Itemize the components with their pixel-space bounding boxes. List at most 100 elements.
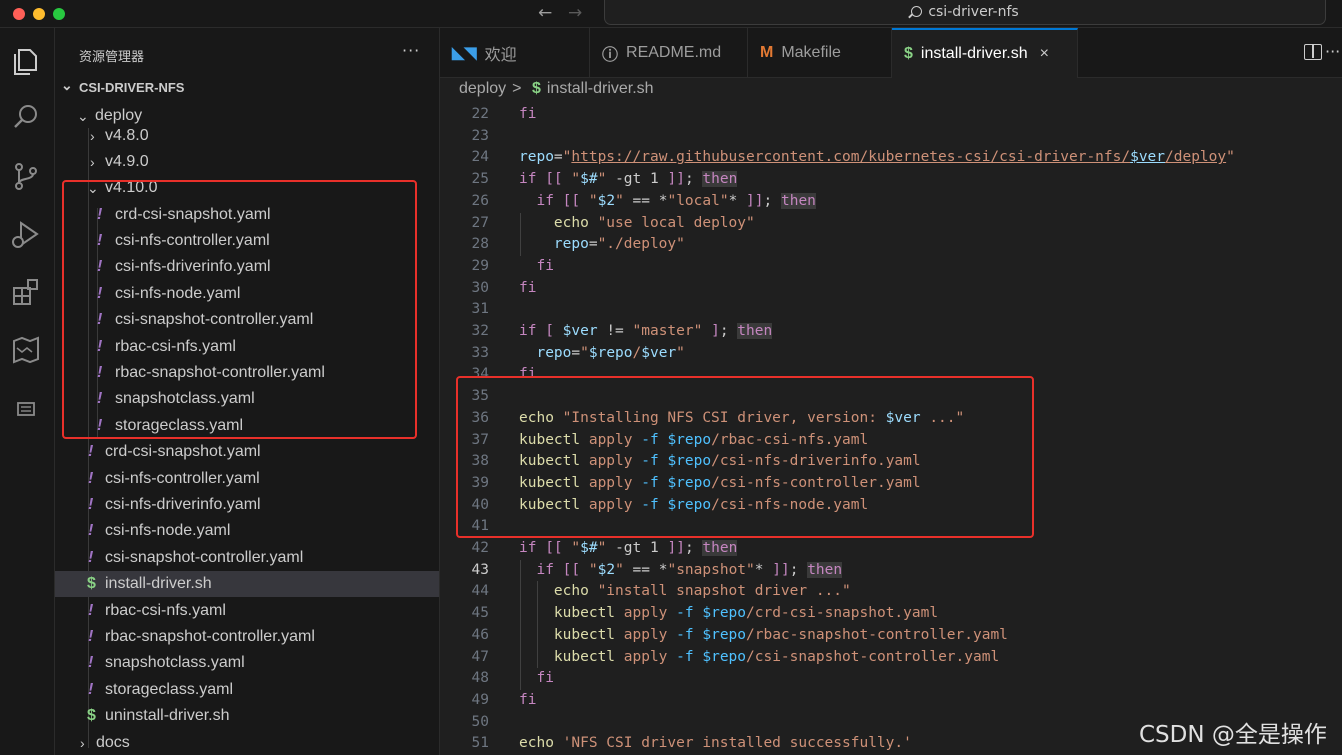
code-text: fi: [536, 257, 554, 274]
code-text: echo 'NFS CSI driver installed successfu…: [519, 735, 912, 752]
breadcrumb-file[interactable]: install-driver.sh: [547, 80, 654, 97]
line-number: 31: [471, 301, 489, 318]
zoom-window-button[interactable]: [53, 8, 65, 20]
code-line[interactable]: 27 echo "use local deploy": [440, 213, 1342, 235]
code-line[interactable]: 24 repo="https://raw.githubusercontent.co…: [440, 147, 1342, 169]
code-line[interactable]: 31: [440, 299, 1342, 321]
tree-file[interactable]: ! rbac-snapshot-controller.yaml: [55, 624, 439, 650]
line-number: 44: [471, 583, 489, 600]
yaml-file-icon: !: [88, 681, 94, 698]
search-view-icon[interactable]: [9, 100, 43, 134]
code-line[interactable]: 23: [440, 126, 1342, 148]
code-text: echo "install snapshot driver ...": [553, 583, 851, 600]
code-line[interactable]: 22 fi: [440, 104, 1342, 126]
tree-folder-v4-9-0[interactable]: › v4.9.0: [55, 149, 439, 175]
tab-makefile[interactable]: M Makefile: [748, 28, 892, 78]
annotation-box: [62, 180, 417, 439]
code-line[interactable]: 48 fi: [440, 668, 1342, 690]
code-text: repo="$repo/$ver": [536, 344, 685, 361]
chevron-right-icon: ›: [90, 154, 95, 170]
command-center-search[interactable]: csi-driver-nfs: [604, 0, 1326, 25]
tree-item-label: csi-snapshot-controller.yaml: [105, 549, 304, 566]
tree-item-label: storageclass.yaml: [105, 681, 234, 698]
line-number: 49: [471, 691, 489, 708]
tree-file[interactable]: ! csi-nfs-controller.yaml: [55, 466, 439, 492]
code-line[interactable]: 42 if [[ "$#" -gt 1 ]]; then: [440, 538, 1342, 560]
tab-welcome[interactable]: ◣◥ 欢迎: [440, 28, 590, 78]
split-editor-icon[interactable]: [1304, 44, 1322, 60]
tree-file-active[interactable]: $ install-driver.sh: [55, 571, 439, 597]
line-number: 23: [471, 127, 489, 144]
line-number: 42: [471, 540, 489, 556]
code-line[interactable]: 43 if [[ "$2" == *"snapshot"* ]]; then: [440, 560, 1342, 582]
tree-file[interactable]: ! rbac-csi-nfs.yaml: [55, 598, 439, 624]
code-text: fi: [519, 106, 537, 122]
code-text: fi: [519, 691, 537, 708]
minimize-window-button[interactable]: [33, 8, 45, 20]
more-actions-icon[interactable]: ···: [1325, 42, 1340, 61]
chevron-right-icon: ›: [90, 128, 95, 144]
code-line[interactable]: 45 kubectl apply -f $repo/crd-csi-snapsh…: [440, 603, 1342, 625]
yaml-file-icon: !: [88, 602, 94, 619]
source-control-icon[interactable]: [9, 159, 43, 193]
code-line[interactable]: 25 if [[ "$#" -gt 1 ]]; then: [440, 169, 1342, 191]
tree-file[interactable]: ! storageclass.yaml: [55, 677, 439, 703]
activity-bar: [0, 28, 55, 755]
tree-file[interactable]: ! csi-nfs-driverinfo.yaml: [55, 492, 439, 518]
tree-folder-docs[interactable]: › docs: [55, 730, 439, 755]
line-number: 47: [471, 648, 489, 665]
explorer-icon[interactable]: [9, 44, 43, 78]
run-debug-icon[interactable]: [9, 217, 43, 251]
code-line[interactable]: 33 repo="$repo/$ver": [440, 343, 1342, 365]
code-line[interactable]: 46 kubectl apply -f $repo/rbac-snapshot-…: [440, 625, 1342, 647]
tree-file[interactable]: $ uninstall-driver.sh: [55, 703, 439, 729]
tab-install-driver[interactable]: $ install-driver.sh ×: [892, 28, 1078, 78]
close-window-button[interactable]: [13, 8, 25, 20]
breadcrumb-folder[interactable]: deploy: [459, 80, 506, 97]
tree-item-label: csi-nfs-driverinfo.yaml: [105, 496, 261, 513]
tree-file[interactable]: ! snapshotclass.yaml: [55, 650, 439, 676]
forward-arrow-icon[interactable]: →: [568, 3, 582, 23]
code-text: if [[ "$2" == *"local"* ]]; then: [536, 192, 816, 209]
makefile-icon: M: [760, 44, 774, 61]
code-text: kubectl apply -f $repo/crd-csi-snapshot.…: [553, 605, 939, 622]
line-number: 28: [471, 236, 489, 253]
line-number: 27: [471, 214, 489, 231]
title-bar: ← → csi-driver-nfs: [0, 0, 1342, 28]
code-line[interactable]: 29 fi: [440, 256, 1342, 278]
remote-explorer-icon[interactable]: [9, 333, 43, 367]
line-number: 24: [471, 149, 489, 166]
close-icon[interactable]: ×: [1040, 45, 1049, 63]
tree-file[interactable]: ! csi-snapshot-controller.yaml: [55, 545, 439, 571]
code-line[interactable]: 28 repo="./deploy": [440, 234, 1342, 256]
tree-file[interactable]: ! crd-csi-snapshot.yaml: [55, 439, 439, 465]
line-number: 46: [471, 626, 489, 643]
tree-item-label: snapshotclass.yaml: [105, 654, 245, 671]
workspace-section-header[interactable]: ⌄ CSI-DRIVER-NFS: [61, 77, 184, 95]
line-number: 51: [471, 735, 489, 752]
yaml-file-icon: !: [88, 470, 94, 487]
tree-item-label: v4.9.0: [105, 153, 149, 170]
outline-icon[interactable]: [9, 392, 43, 426]
more-actions-icon[interactable]: ···: [402, 41, 420, 60]
code-text: fi: [519, 279, 537, 296]
indent-guide: [520, 212, 521, 256]
code-line[interactable]: 44 echo "install snapshot driver ...": [440, 581, 1342, 603]
watermark: CSDN @全是操作: [1139, 722, 1327, 748]
line-number: 22: [471, 106, 489, 122]
tree-folder-v4-8-0[interactable]: › v4.8.0: [55, 123, 439, 149]
code-text: if [[ "$#" -gt 1 ]]; then: [519, 540, 738, 556]
code-line[interactable]: 26 if [[ "$2" == *"local"* ]]; then: [440, 191, 1342, 213]
shell-icon: $: [531, 80, 541, 97]
indent-guide: [520, 559, 521, 690]
tree-file[interactable]: ! csi-nfs-node.yaml: [55, 518, 439, 544]
code-text: if [ $ver != "master" ]; then: [519, 323, 773, 339]
back-arrow-icon[interactable]: ←: [538, 3, 552, 23]
tab-readme[interactable]: ⓘ README.md: [590, 28, 748, 78]
code-line[interactable]: 30 fi: [440, 278, 1342, 300]
code-line[interactable]: 49 fi: [440, 690, 1342, 712]
code-line[interactable]: 47 kubectl apply -f $repo/csi-snapshot-c…: [440, 647, 1342, 669]
line-number: 32: [471, 323, 489, 339]
extensions-icon[interactable]: [9, 275, 43, 309]
code-line[interactable]: 32 if [ $ver != "master" ]; then: [440, 321, 1342, 343]
